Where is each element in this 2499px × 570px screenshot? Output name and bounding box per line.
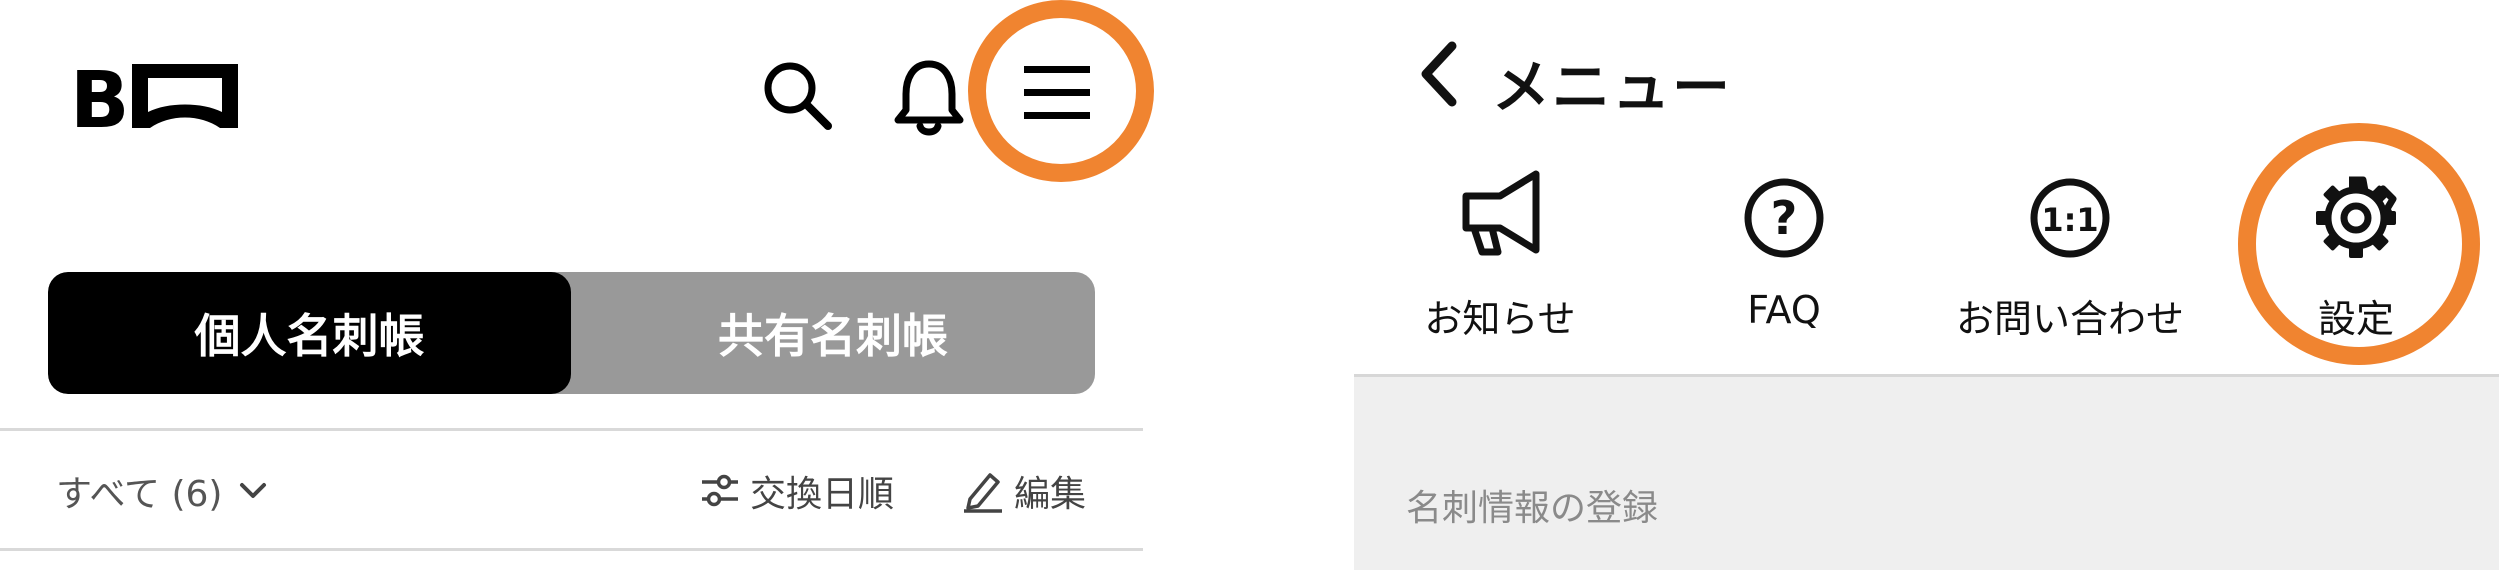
chevron-left-icon <box>1421 41 1457 107</box>
section-header: 名刺情報の登録 <box>1406 488 1659 529</box>
page-title: メニュー <box>1492 53 1733 121</box>
filter-label: すべて (6) <box>56 474 223 515</box>
app-logo: B <box>70 60 245 135</box>
gear-icon <box>2316 176 2397 258</box>
menu-item-faq[interactable]: ? FAQ <box>1654 168 1914 358</box>
divider <box>0 548 1143 551</box>
menu-label-settings: 設定 <box>2317 297 2394 341</box>
question-circle-icon: ? <box>1744 178 1824 258</box>
tab-personal-cards[interactable]: 個人名刺帳 <box>48 272 571 394</box>
menu-button[interactable] <box>1022 62 1100 122</box>
tab-shared-cards[interactable]: 共有名刺帳 <box>571 272 1095 394</box>
edit-label: 編集 <box>1014 474 1087 515</box>
notifications-button[interactable] <box>892 58 967 138</box>
svg-text:1:1: 1:1 <box>2041 201 2098 239</box>
menu-item-contact[interactable]: 1:1 お問い合わせ <box>1940 168 2200 358</box>
sort-button[interactable]: 交換日順 <box>700 466 894 516</box>
edit-button[interactable]: 編集 <box>962 466 1086 516</box>
filter-dropdown[interactable]: すべて (6) <box>56 466 268 516</box>
sliders-icon <box>702 474 738 507</box>
logo-letter: B <box>70 60 129 135</box>
back-button[interactable] <box>1410 38 1470 110</box>
search-icon <box>764 62 832 130</box>
menu-label-faq: FAQ <box>1747 288 1821 332</box>
menu-label-contact: お問い合わせ <box>1955 297 2184 341</box>
pencil-icon <box>964 473 1002 513</box>
sort-label: 交換日順 <box>750 474 895 515</box>
megaphone-icon <box>1462 170 1540 256</box>
menu-label-news: お知らせ <box>1424 297 1576 341</box>
menu-item-settings[interactable]: 設定 <box>2226 168 2486 358</box>
cardbook-segmented-control: 個人名刺帳 共有名刺帳 <box>48 272 1095 394</box>
one-to-one-icon: 1:1 <box>2030 178 2110 258</box>
menu-item-news[interactable]: お知らせ <box>1370 168 1630 358</box>
svg-text:?: ? <box>1771 191 1798 245</box>
logo-mark-icon: B <box>70 60 238 135</box>
menu-icon <box>1024 66 1090 119</box>
divider <box>0 428 1143 431</box>
bell-icon <box>894 60 964 136</box>
chevron-down-icon <box>240 483 267 498</box>
search-button[interactable] <box>760 58 835 133</box>
left-screen: B 個人名刺帳 共有名刺帳 すべて (6) 交換日順 編集 <box>0 0 1160 570</box>
section-background <box>1354 377 2499 570</box>
